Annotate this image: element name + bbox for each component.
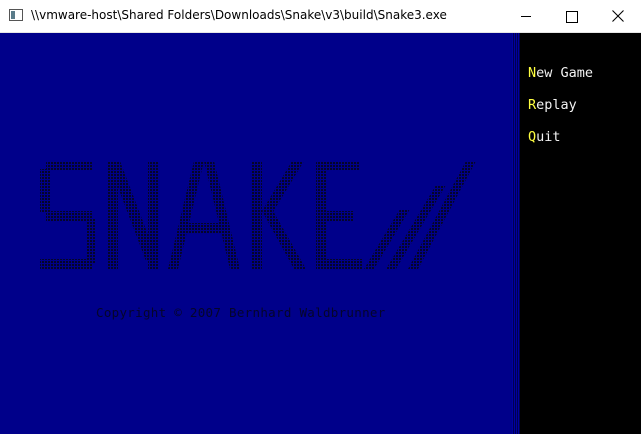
hotkey-letter: Q — [528, 129, 537, 145]
hotkey-letter: R — [528, 97, 537, 113]
hotkey-letter: N — [528, 65, 537, 81]
playfield-edge — [512, 33, 520, 434]
app-window: \\vmware-host\Shared Folders\Downloads\S… — [0, 0, 641, 434]
close-icon — [612, 10, 624, 22]
console-app-icon[interactable] — [9, 9, 23, 21]
snake-logo — [40, 161, 476, 269]
menu-item-quit[interactable]: Quit — [528, 129, 593, 161]
menu-item-label: uit — [536, 129, 561, 145]
minimize-button[interactable] — [503, 0, 549, 32]
game-playfield: Copyright © 2007 Bernhard Waldbrunner — [0, 33, 512, 434]
menu-item-new-game[interactable]: New Game — [528, 65, 593, 97]
menu-item-replay[interactable]: Replay — [528, 97, 593, 129]
title-bar[interactable]: \\vmware-host\Shared Folders\Downloads\S… — [0, 0, 641, 33]
main-menu: New Game Replay Quit — [528, 65, 593, 161]
menu-item-label: ew Game — [536, 65, 594, 81]
maximize-button[interactable] — [549, 0, 595, 32]
close-button[interactable] — [595, 0, 641, 32]
window-title: \\vmware-host\Shared Folders\Downloads\S… — [31, 8, 447, 22]
console-area: Copyright © 2007 Bernhard Waldbrunner Ne… — [0, 33, 641, 434]
menu-item-label: eplay — [536, 97, 577, 113]
copyright-text: Copyright © 2007 Bernhard Waldbrunner — [96, 305, 386, 320]
